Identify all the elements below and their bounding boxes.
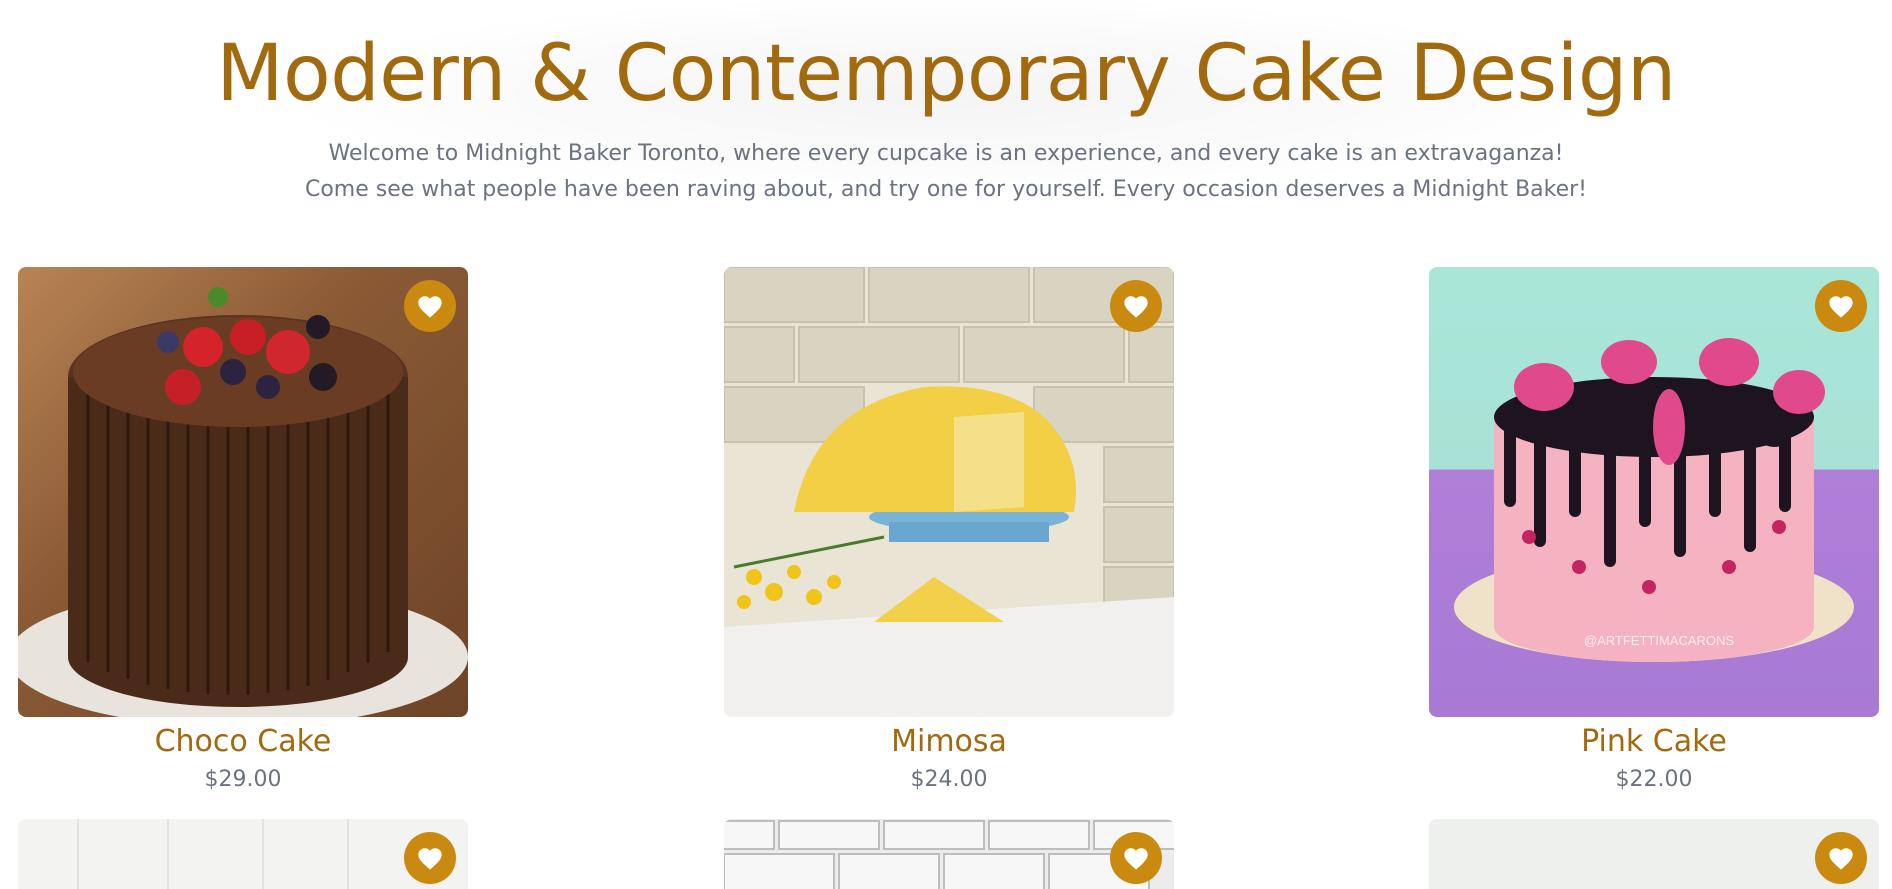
hero-section: Modern & Contemporary Cake Design Welcom…: [0, 0, 1892, 208]
product-card-choco-cake[interactable]: Choco Cake $29.00: [18, 267, 468, 796]
product-name[interactable]: Choco Cake: [18, 722, 468, 762]
favorite-button[interactable]: [1110, 832, 1162, 884]
hero-line-2: Come see what people have been raving ab…: [304, 177, 1588, 202]
product-card-row2-2[interactable]: [724, 819, 1174, 889]
product-price: $24.00: [910, 767, 988, 792]
heart-icon: [1829, 296, 1853, 318]
product-price: $29.00: [204, 767, 282, 792]
product-image[interactable]: [724, 819, 1174, 889]
product-image[interactable]: [18, 819, 468, 889]
product-image-pink-cake[interactable]: @ARTFETTIMACARONS: [1429, 267, 1879, 717]
heart-icon: [1124, 848, 1148, 870]
hero-line-1: Welcome to Midnight Baker Toronto, where…: [328, 141, 1564, 166]
heart-icon: [1124, 296, 1148, 318]
favorite-button[interactable]: [1815, 832, 1867, 884]
product-image[interactable]: [1429, 819, 1879, 889]
product-card-row2-1[interactable]: [18, 819, 468, 889]
product-image-choco-cake[interactable]: [18, 267, 468, 717]
favorite-button[interactable]: [404, 832, 456, 884]
favorite-button-mimosa[interactable]: [1110, 280, 1162, 332]
product-price: $22.00: [1615, 767, 1693, 792]
heart-icon: [418, 848, 442, 870]
product-name[interactable]: Mimosa: [724, 722, 1174, 762]
product-card-row2-3[interactable]: [1429, 819, 1879, 889]
heart-icon: [1829, 848, 1853, 870]
favorite-button-pink-cake[interactable]: [1815, 280, 1867, 332]
product-image-mimosa[interactable]: [724, 267, 1174, 717]
product-card-mimosa[interactable]: Mimosa $24.00: [724, 267, 1174, 796]
page-title: Modern & Contemporary Cake Design: [216, 29, 1676, 119]
image-watermark: @ARTFETTIMACARONS: [1584, 633, 1735, 648]
product-card-pink-cake[interactable]: @ARTFETTIMACARONS Pink Cake $22.00: [1429, 267, 1879, 796]
hero-description: Welcome to Midnight Baker Toronto, where…: [0, 136, 1892, 208]
product-name[interactable]: Pink Cake: [1429, 722, 1879, 762]
heart-icon: [418, 296, 442, 318]
favorite-button-choco-cake[interactable]: [404, 280, 456, 332]
